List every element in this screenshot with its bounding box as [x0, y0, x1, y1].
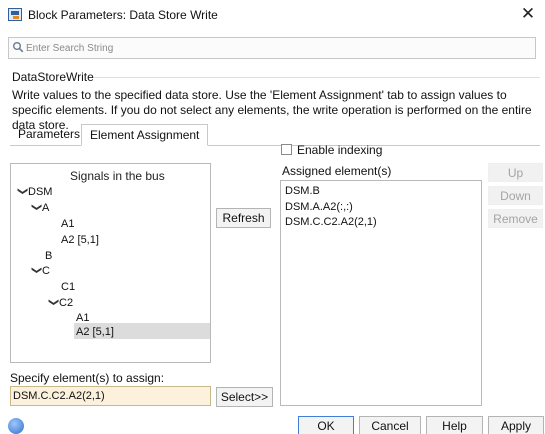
specify-element-label: Specify element(s) to assign:	[10, 371, 165, 385]
assigned-item[interactable]: DSM.A.A2(:,:)	[285, 199, 353, 215]
tab-parameters[interactable]: Parameters	[10, 124, 88, 146]
refresh-button[interactable]: Refresh	[216, 208, 271, 228]
enable-indexing-checkbox[interactable]	[281, 144, 292, 155]
tree-item-label: DSM	[28, 186, 53, 198]
tree-item-label: C2	[59, 297, 74, 309]
help-button[interactable]: Help	[426, 416, 483, 434]
tree-item-label: A2 [5,1]	[61, 234, 99, 246]
simulink-block-icon	[8, 8, 22, 21]
chevron-down-icon[interactable]: ❯	[45, 298, 61, 310]
tree-item-label: A1	[61, 218, 75, 230]
enable-indexing-label: Enable indexing	[297, 143, 383, 157]
block-type-label: DataStoreWrite	[12, 70, 94, 84]
chevron-down-icon[interactable]: ❯	[28, 203, 44, 215]
specify-element-input[interactable]	[10, 386, 211, 406]
down-button[interactable]: Down	[488, 186, 543, 205]
search-icon	[13, 42, 24, 53]
tree-item-label: A2 [5,1]	[76, 326, 114, 338]
help-icon[interactable]	[8, 418, 24, 434]
apply-button[interactable]: Apply	[488, 416, 544, 434]
tree-item-c2-a2[interactable]: A2 [5,1]	[76, 324, 114, 340]
tree-item-a[interactable]: ❯A	[30, 200, 49, 216]
chevron-down-icon[interactable]: ❯	[28, 266, 44, 278]
tree-item-c[interactable]: ❯C	[30, 263, 50, 279]
window-title: Block Parameters: Data Store Write	[28, 8, 218, 22]
header-divider	[94, 77, 540, 78]
assigned-elements-header: Assigned element(s)	[282, 164, 392, 178]
tree-item-b[interactable]: B	[45, 248, 52, 264]
tree-item-label: B	[45, 250, 53, 262]
tab-element-assignment[interactable]: Element Assignment	[81, 124, 209, 146]
tree-item-c2[interactable]: ❯C2	[47, 295, 73, 311]
cancel-button[interactable]: Cancel	[359, 416, 421, 434]
close-icon[interactable]: ✕	[515, 3, 541, 25]
tree-item-label: A1	[76, 312, 90, 324]
assigned-item[interactable]: DSM.C.C2.A2(2,1)	[285, 214, 377, 230]
up-button[interactable]: Up	[488, 163, 543, 182]
tree-item-label: C1	[61, 281, 76, 293]
signals-tree-header: Signals in the bus	[70, 169, 165, 183]
chevron-down-icon[interactable]: ❯	[14, 187, 30, 199]
remove-button[interactable]: Remove	[488, 209, 543, 228]
assigned-item[interactable]: DSM.B	[285, 183, 320, 199]
tree-item-c1[interactable]: C1	[61, 279, 75, 295]
tree-item-a-a1[interactable]: A1	[61, 216, 74, 232]
tree-item-dsm[interactable]: ❯DSM	[16, 184, 52, 200]
select-button[interactable]: Select>>	[216, 387, 273, 407]
ok-button[interactable]: OK	[298, 416, 354, 434]
tree-item-a-a2[interactable]: A2 [5,1]	[61, 232, 99, 248]
search-input[interactable]	[24, 39, 529, 57]
